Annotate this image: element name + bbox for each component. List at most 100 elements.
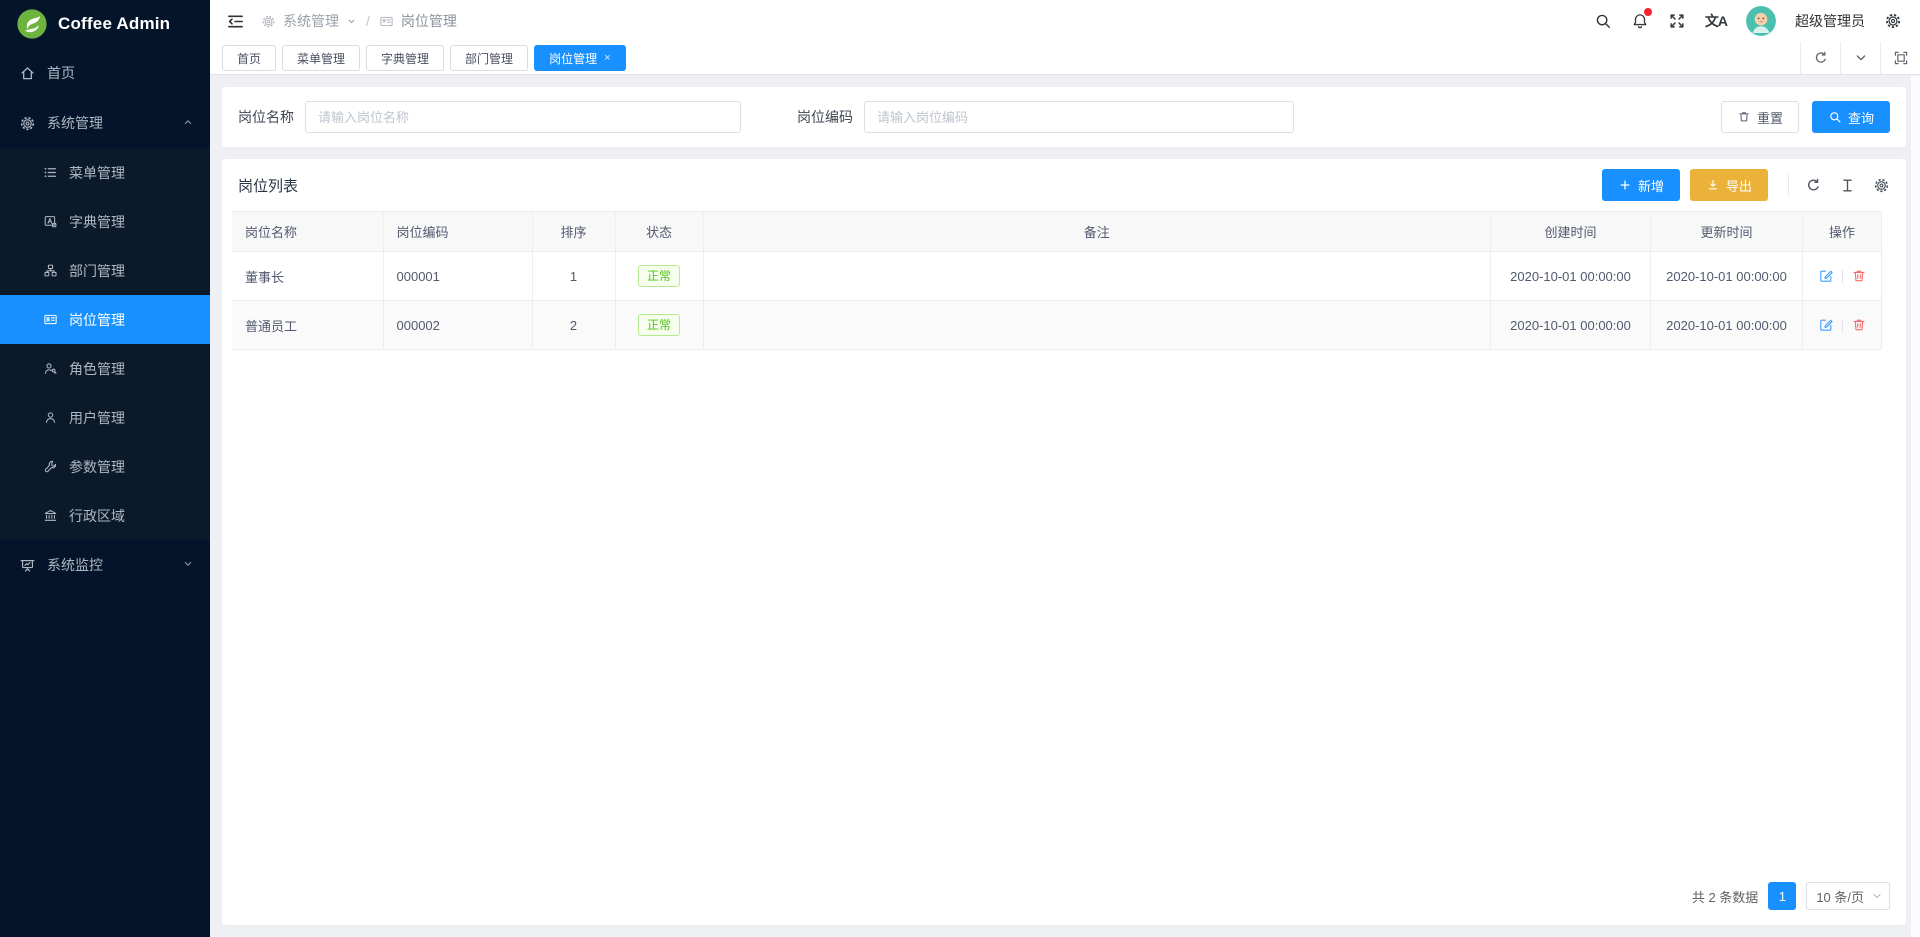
page-title: 岗位列表 xyxy=(238,175,298,196)
fullscreen-icon[interactable] xyxy=(1668,12,1686,30)
sidebar-item-home[interactable]: 首页 xyxy=(0,48,210,98)
tab-controls xyxy=(1800,42,1920,74)
cell-actions xyxy=(1803,301,1882,350)
pagination-total: 共 2 条数据 xyxy=(1692,887,1758,906)
gear-icon xyxy=(19,115,36,132)
chevron-down-icon xyxy=(346,16,357,27)
content-fullscreen-button[interactable] xyxy=(1880,42,1920,74)
download-icon xyxy=(1706,178,1720,192)
collapse-sidebar-icon[interactable] xyxy=(226,12,245,31)
sidebar-item-label: 部门管理 xyxy=(69,261,125,281)
id-badge-icon xyxy=(379,14,394,29)
sidebar-item-system-management[interactable]: 系统管理 xyxy=(0,98,210,148)
col-header-actions: 操作 xyxy=(1803,212,1882,252)
scrollbar-track[interactable] xyxy=(1910,76,1920,937)
app-root: Coffee Admin 首页 系统管理 菜单管理 xyxy=(0,0,1920,937)
sidebar-item-post-management[interactable]: 岗位管理 xyxy=(0,295,210,344)
chevron-down-icon xyxy=(1871,890,1883,902)
query-button[interactable]: 查询 xyxy=(1812,101,1890,133)
avatar[interactable] xyxy=(1746,6,1776,36)
translate-icon[interactable]: 文A xyxy=(1705,11,1727,31)
page-size-value: 10 条/页 xyxy=(1816,887,1864,906)
sidebar-item-label: 字典管理 xyxy=(69,212,125,232)
fullscreen-rect-icon xyxy=(1893,50,1909,66)
cell-remark xyxy=(703,301,1491,350)
tab-menu-management[interactable]: 菜单管理 xyxy=(282,45,360,71)
plus-icon xyxy=(1618,178,1632,192)
post-name-input[interactable] xyxy=(305,101,741,133)
sidebar-item-label: 用户管理 xyxy=(69,408,125,428)
export-button[interactable]: 导出 xyxy=(1690,169,1768,201)
post-code-form-item: 岗位编码 xyxy=(797,101,1294,133)
cell-updated: 2020-10-01 00:00:00 xyxy=(1651,301,1803,350)
tab-post-management[interactable]: 岗位管理 × xyxy=(534,45,625,71)
tab-home[interactable]: 首页 xyxy=(222,45,276,71)
card-header: 岗位列表 新增 导出 xyxy=(232,159,1896,211)
cell-updated: 2020-10-01 00:00:00 xyxy=(1651,252,1803,301)
dictionary-icon xyxy=(43,214,58,229)
search-form-card: 岗位名称 岗位编码 重置 查询 xyxy=(222,87,1906,147)
close-icon[interactable]: × xyxy=(604,53,610,64)
table-toolbar-icons xyxy=(1788,174,1890,196)
tab-label: 首页 xyxy=(237,50,261,67)
post-code-label: 岗位编码 xyxy=(797,107,853,127)
col-header-name: 岗位名称 xyxy=(232,212,383,252)
tab-options-dropdown[interactable] xyxy=(1840,42,1880,74)
sidebar-item-label: 行政区域 xyxy=(69,506,125,526)
gear-icon[interactable] xyxy=(1873,177,1890,194)
org-tree-icon xyxy=(43,263,58,278)
data-table-wrap: 岗位名称 岗位编码 排序 状态 备注 创建时间 更新时间 操作 xyxy=(232,211,1896,350)
edit-button[interactable] xyxy=(1818,317,1834,333)
reset-button-label: 重置 xyxy=(1757,108,1783,127)
sidebar-item-system-monitor[interactable]: 系统监控 xyxy=(0,540,210,590)
status-badge: 正常 xyxy=(638,314,680,336)
sidebar-item-label: 角色管理 xyxy=(69,359,125,379)
breadcrumb-current: 岗位管理 xyxy=(401,11,457,31)
user-name[interactable]: 超级管理员 xyxy=(1795,11,1865,31)
refresh-tab-button[interactable] xyxy=(1800,42,1840,74)
post-code-input[interactable] xyxy=(864,101,1294,133)
edit-button[interactable] xyxy=(1818,268,1834,284)
navbar-right: 文A 超级管理员 xyxy=(1594,6,1902,36)
page-size-select[interactable]: 10 条/页 xyxy=(1806,882,1890,910)
app-logo: Coffee Admin xyxy=(0,0,210,48)
sidebar-item-param-management[interactable]: 参数管理 xyxy=(0,442,210,491)
divider xyxy=(1842,319,1843,332)
trash-icon xyxy=(1737,110,1751,124)
cell-remark xyxy=(703,252,1491,301)
sidebar-item-dept-management[interactable]: 部门管理 xyxy=(0,246,210,295)
search-icon[interactable] xyxy=(1594,12,1612,30)
tab-dept-management[interactable]: 部门管理 xyxy=(450,45,528,71)
sidebar-item-role-management[interactable]: 角色管理 xyxy=(0,344,210,393)
sidebar-item-admin-region[interactable]: 行政区域 xyxy=(0,491,210,540)
reset-button[interactable]: 重置 xyxy=(1721,101,1799,133)
app-title: Coffee Admin xyxy=(58,14,170,34)
page-content: 岗位名称 岗位编码 重置 查询 xyxy=(210,75,1920,937)
col-header-created: 创建时间 xyxy=(1491,212,1651,252)
row-height-icon[interactable] xyxy=(1839,177,1856,194)
delete-button[interactable] xyxy=(1851,268,1867,284)
page-button-1[interactable]: 1 xyxy=(1768,882,1796,910)
sidebar-item-dict-management[interactable]: 字典管理 xyxy=(0,197,210,246)
tab-label: 字典管理 xyxy=(381,50,429,67)
sidebar-item-menu-management[interactable]: 菜单管理 xyxy=(0,148,210,197)
tab-dict-management[interactable]: 字典管理 xyxy=(366,45,444,71)
refresh-icon[interactable] xyxy=(1805,177,1822,194)
col-header-status: 状态 xyxy=(615,212,703,252)
breadcrumb-parent[interactable]: 系统管理 xyxy=(283,11,339,31)
cell-post-code: 000001 xyxy=(383,252,532,301)
gear-icon[interactable] xyxy=(1884,12,1902,30)
trash-icon xyxy=(1851,268,1867,284)
chevron-down-icon xyxy=(182,557,194,573)
add-button[interactable]: 新增 xyxy=(1602,169,1680,201)
pagination: 共 2 条数据 1 10 条/页 xyxy=(232,870,1896,925)
table-header-row: 岗位名称 岗位编码 排序 状态 备注 创建时间 更新时间 操作 xyxy=(232,212,1882,252)
table-row: 普通员工 000002 2 正常 2020-10-01 00:00:00 202… xyxy=(232,301,1882,350)
tab-label: 菜单管理 xyxy=(297,50,345,67)
export-button-label: 导出 xyxy=(1726,176,1752,195)
notifications[interactable] xyxy=(1631,12,1649,30)
sidebar-item-user-management[interactable]: 用户管理 xyxy=(0,393,210,442)
post-list-card: 岗位列表 新增 导出 xyxy=(222,159,1906,925)
delete-button[interactable] xyxy=(1851,317,1867,333)
sidebar-item-label: 系统监控 xyxy=(47,555,103,575)
